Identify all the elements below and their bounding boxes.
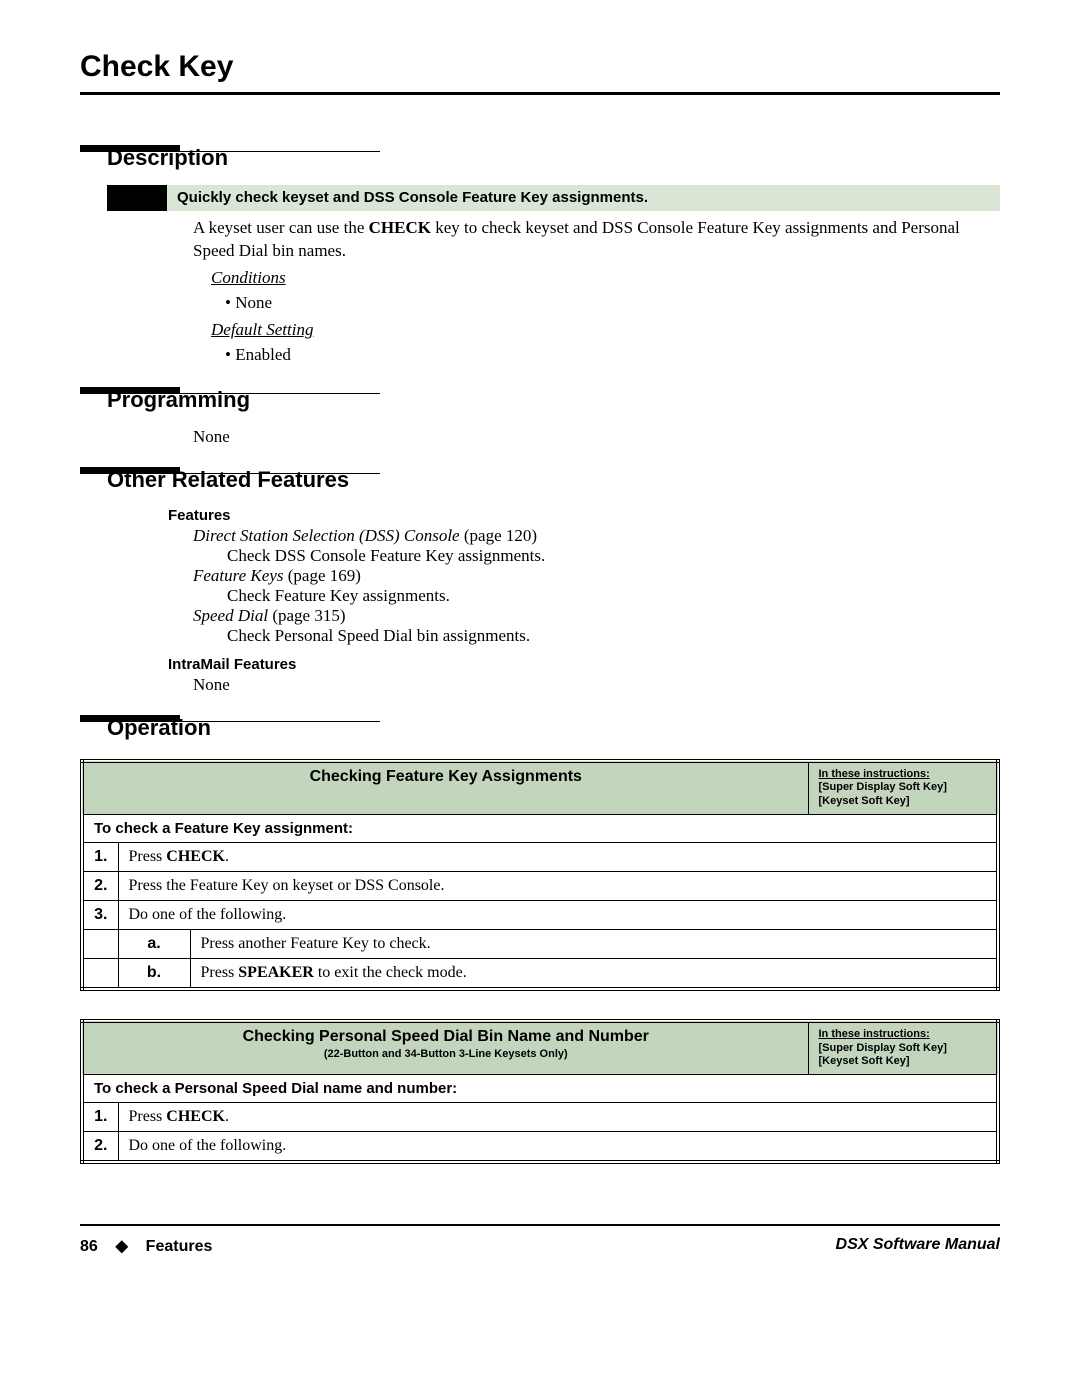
subrow-key: a. xyxy=(118,929,190,958)
op-note-line3: [Keyset Soft Key] xyxy=(819,795,910,807)
section-rule xyxy=(80,721,380,722)
subrow-text: Press another Feature Key to check. xyxy=(201,935,431,952)
programming-body: None xyxy=(193,427,1000,447)
op-note-line1: In these instructions: xyxy=(819,768,930,780)
table-row: 1. Press CHECK. xyxy=(82,842,998,871)
operation-table-2: Checking Personal Speed Dial Bin Name an… xyxy=(80,1019,1000,1164)
table1-subhead: To check a Feature Key assignment: xyxy=(82,814,998,842)
section-programming: Programming xyxy=(80,387,1000,413)
feature-title: Speed Dial xyxy=(193,606,268,625)
features-label: Features xyxy=(168,507,1000,524)
footer-right: DSX Software Manual xyxy=(836,1236,1000,1256)
feature-page: (page 315) xyxy=(268,606,345,625)
subrow-key: b. xyxy=(118,958,190,989)
desc-prefix: A keyset user can use the xyxy=(193,218,369,237)
feature-item: Feature Keys (page 169) Check Feature Ke… xyxy=(193,566,1000,606)
callout-accent xyxy=(107,185,167,211)
row-text: Press the Feature Key on keyset or DSS C… xyxy=(129,877,445,894)
feature-desc: Check DSS Console Feature Key assignment… xyxy=(227,546,1000,566)
section-rule xyxy=(80,151,380,152)
feature-page: (page 120) xyxy=(460,526,537,545)
row-bold: CHECK xyxy=(166,1108,225,1125)
table-row: 2. Do one of the following. xyxy=(82,1132,998,1163)
section-other: Other Related Features xyxy=(80,467,1000,493)
feature-item: Direct Station Selection (DSS) Console (… xyxy=(193,526,1000,566)
table2-subtitle: (22-Button and 34-Button 3-Line Keysets … xyxy=(94,1048,798,1060)
page-number: 86 xyxy=(80,1238,98,1255)
default-label: Default Setting xyxy=(211,319,1000,342)
op-note-line2: [Super Display Soft Key] xyxy=(819,781,947,793)
table2-subhead: To check a Personal Speed Dial name and … xyxy=(82,1075,998,1103)
row-num: 1. xyxy=(82,842,118,871)
table-row: 2. Press the Feature Key on keyset or DS… xyxy=(82,871,998,900)
operation-table-1: Checking Feature Key Assignments In thes… xyxy=(80,759,1000,991)
footer-left: 86 ◆ Features xyxy=(80,1236,212,1256)
conditions-label: Conditions xyxy=(211,267,1000,290)
feature-title: Direct Station Selection (DSS) Console xyxy=(193,526,460,545)
page-title: Check Key xyxy=(80,50,1000,95)
row-bold: CHECK xyxy=(166,848,225,865)
intramail-label: IntraMail Features xyxy=(168,656,1000,673)
feature-item: Speed Dial (page 315) Check Personal Spe… xyxy=(193,606,1000,646)
section-rule xyxy=(80,393,380,394)
section-rule xyxy=(80,473,380,474)
subrow-text: Press xyxy=(201,964,239,981)
description-callout: Quickly check keyset and DSS Console Fea… xyxy=(107,185,1000,211)
footer-section: Features xyxy=(146,1238,213,1255)
description-body: A keyset user can use the CHECK key to c… xyxy=(193,217,1000,367)
feature-desc: Check Feature Key assignments. xyxy=(227,586,1000,606)
op-note-line1: In these instructions: xyxy=(819,1028,930,1040)
row-post: . xyxy=(225,1108,229,1125)
row-num: 2. xyxy=(82,871,118,900)
table2-title: Checking Personal Speed Dial Bin Name an… xyxy=(94,1028,798,1046)
table2-title-cell: Checking Personal Speed Dial Bin Name an… xyxy=(82,1021,808,1075)
section-operation: Operation xyxy=(80,715,1000,741)
row-text: Press xyxy=(129,848,167,865)
op-note: In these instructions: [Super Display So… xyxy=(819,1028,987,1069)
page-footer: 86 ◆ Features DSX Software Manual xyxy=(80,1224,1000,1256)
table-row: 3. Do one of the following. xyxy=(82,900,998,929)
row-text: Do one of the following. xyxy=(129,1137,287,1154)
op-note: In these instructions: [Super Display So… xyxy=(819,768,987,809)
op-note-line2: [Super Display Soft Key] xyxy=(819,1042,947,1054)
table-subrow: b. Press SPEAKER to exit the check mode. xyxy=(82,958,998,989)
row-num: 3. xyxy=(82,900,118,929)
subrow-bold: SPEAKER xyxy=(238,964,314,981)
footer-diamond: ◆ xyxy=(116,1238,128,1255)
row-num: 2. xyxy=(82,1132,118,1163)
subrow-post: to exit the check mode. xyxy=(314,964,467,981)
feature-page: (page 169) xyxy=(283,566,360,585)
op-note-line3: [Keyset Soft Key] xyxy=(819,1055,910,1067)
section-heading: Operation xyxy=(107,715,1000,741)
row-num: 1. xyxy=(82,1103,118,1132)
feature-desc: Check Personal Speed Dial bin assignment… xyxy=(227,626,1000,646)
default-value: Enabled xyxy=(225,344,1000,367)
section-heading: Other Related Features xyxy=(107,467,1000,493)
desc-keyword: CHECK xyxy=(369,218,431,237)
callout-text: Quickly check keyset and DSS Console Fea… xyxy=(167,185,1000,211)
table-subrow: a. Press another Feature Key to check. xyxy=(82,929,998,958)
table1-title: Checking Feature Key Assignments xyxy=(82,761,808,815)
intramail-value: None xyxy=(193,675,1000,695)
row-text-post: . xyxy=(225,848,229,865)
table-row: 1. Press CHECK. xyxy=(82,1103,998,1132)
row-text: Do one of the following. xyxy=(129,906,287,923)
conditions-value: None xyxy=(225,292,1000,315)
feature-title: Feature Keys xyxy=(193,566,283,585)
section-heading: Description xyxy=(107,145,1000,171)
section-description: Description xyxy=(80,145,1000,171)
section-heading: Programming xyxy=(107,387,1000,413)
row-text: Press xyxy=(129,1108,167,1125)
